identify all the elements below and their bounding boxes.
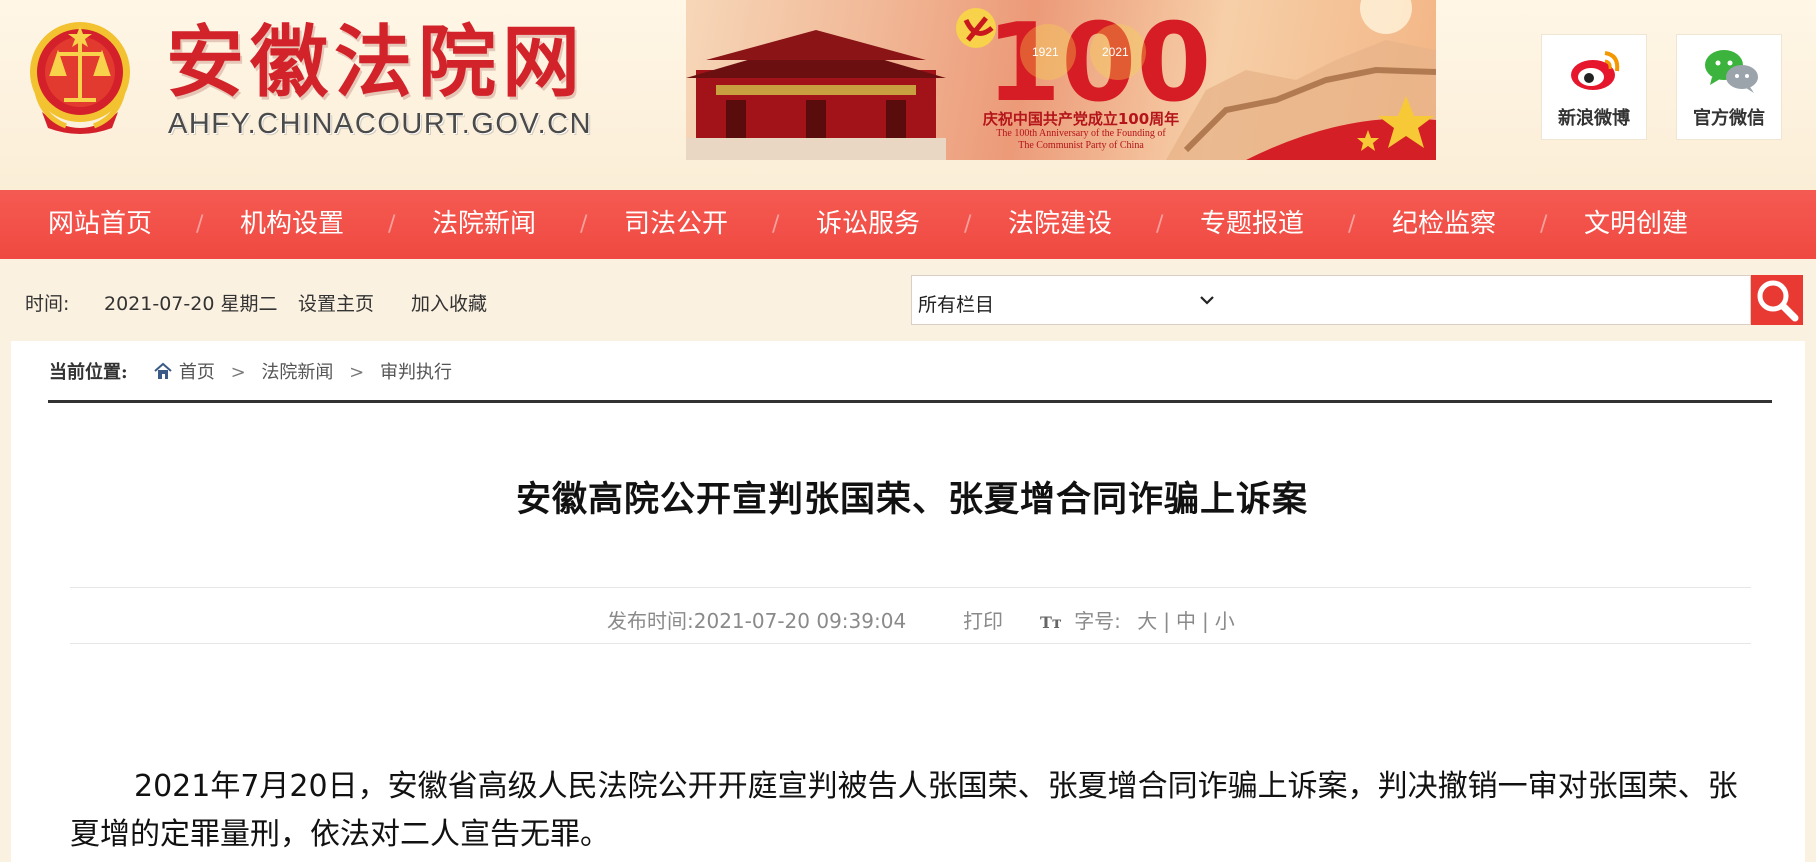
article-paragraph: 2021年7月20日，安徽省高级人民法院公开开庭宣判被告人张国荣、张夏增合同诈骗…	[70, 769, 1738, 852]
weibo-icon	[1571, 51, 1620, 90]
font-size-label: 字号:	[1074, 609, 1121, 633]
wechat-icon	[1705, 50, 1758, 93]
font-size-medium[interactable]: 中	[1176, 609, 1196, 633]
current-date: 2021-07-20 星期二	[104, 293, 278, 315]
font-size-icon: Tт	[1040, 613, 1062, 632]
svg-text:1921: 1921	[1032, 45, 1059, 59]
chevron-down-icon	[1200, 296, 1214, 305]
nav-item-organization[interactable]: 机构设置	[240, 190, 344, 259]
nav-item-litigation-service[interactable]: 诉讼服务	[816, 190, 920, 259]
search-scope-select[interactable]: 所有栏目	[911, 275, 1751, 325]
nav-item-home[interactable]: 网站首页	[48, 190, 152, 259]
nav-separator: /	[388, 212, 396, 237]
nav-separator: /	[1540, 212, 1548, 237]
meta-divider	[70, 587, 1751, 588]
nav-separator: /	[580, 212, 588, 237]
nav-separator: /	[964, 212, 972, 237]
nav-separator: /	[772, 212, 780, 237]
font-size-small[interactable]: 小	[1215, 609, 1235, 633]
breadcrumb-trial-execution[interactable]: 审判执行	[380, 362, 452, 383]
nav-item-civilization[interactable]: 文明创建	[1584, 190, 1688, 259]
font-size-large[interactable]: 大	[1137, 609, 1157, 633]
wechat-label: 官方微信	[1693, 108, 1765, 129]
search-button[interactable]	[1751, 275, 1803, 325]
court-emblem-icon[interactable]	[26, 16, 134, 140]
site-domain: AHFY.CHINACOURT.GOV.CN	[168, 108, 593, 140]
breadcrumb-label: 当前位置:	[49, 362, 128, 383]
site-header: 安徽法院网 AHFY.CHINACOURT.GOV.CN 100 1921 20…	[0, 0, 1816, 190]
print-link[interactable]: 打印	[963, 605, 1003, 634]
time-label: 时间:	[25, 293, 70, 315]
nav-item-special-reports[interactable]: 专题报道	[1200, 190, 1304, 259]
publish-label: 发布时间:	[607, 609, 694, 633]
site-title[interactable]: 安徽法院网	[166, 18, 586, 108]
publish-info: 发布时间:2021-07-20 09:39:04	[607, 605, 906, 634]
article-panel: 当前位置: 首页 > 法院新闻 > 审判执行 安徽高院公开宣判张国荣、张夏增合同…	[11, 341, 1805, 862]
font-size-control: Tт 字号: 大 | 中 | 小	[1040, 609, 1235, 633]
main-nav: 网站首页 / 机构设置 / 法院新闻 / 司法公开 / 诉讼服务 / 法院建设 …	[0, 190, 1816, 259]
breadcrumb-separator: >	[230, 362, 246, 383]
breadcrumb-divider	[48, 400, 1772, 403]
nav-item-court-building[interactable]: 法院建设	[1008, 190, 1112, 259]
svg-text:2021: 2021	[1102, 45, 1129, 59]
set-homepage-link[interactable]: 设置主页	[298, 289, 374, 316]
publish-time: 2021-07-20 09:39:04	[693, 609, 907, 633]
breadcrumb: 当前位置: 首页 > 法院新闻 > 审判执行	[49, 358, 452, 388]
nav-item-discipline[interactable]: 纪检监察	[1392, 190, 1496, 259]
breadcrumb-separator: >	[349, 362, 365, 383]
meta-divider	[70, 643, 1751, 644]
home-icon	[154, 362, 172, 379]
nav-item-judicial-openness[interactable]: 司法公开	[624, 190, 728, 259]
weibo-label: 新浪微博	[1558, 108, 1630, 129]
search-scope-value: 所有栏目	[918, 294, 995, 316]
add-favorite-link[interactable]: 加入收藏	[411, 289, 487, 316]
article-title: 安徽高院公开宣判张国荣、张夏增合同诈骗上诉案	[515, 480, 1308, 520]
breadcrumb-home[interactable]: 首页	[179, 362, 215, 383]
nav-separator: /	[1156, 212, 1164, 237]
nav-separator: /	[196, 212, 204, 237]
anniversary-banner[interactable]: 100 1921 2021 庆祝中国共产党成立100周年 The 100th A…	[686, 0, 1436, 160]
banner-caption-cn: 庆祝中国共产党成立100周年	[982, 110, 1180, 128]
breadcrumb-court-news[interactable]: 法院新闻	[261, 362, 333, 383]
nav-separator: /	[1348, 212, 1356, 237]
banner-caption-en: The 100th Anniversary of the Founding of…	[996, 128, 1166, 151]
search-icon	[1757, 280, 1799, 322]
wechat-link[interactable]: 官方微信	[1676, 34, 1782, 140]
nav-item-court-news[interactable]: 法院新闻	[432, 190, 536, 259]
weibo-link[interactable]: 新浪微博	[1541, 34, 1647, 140]
